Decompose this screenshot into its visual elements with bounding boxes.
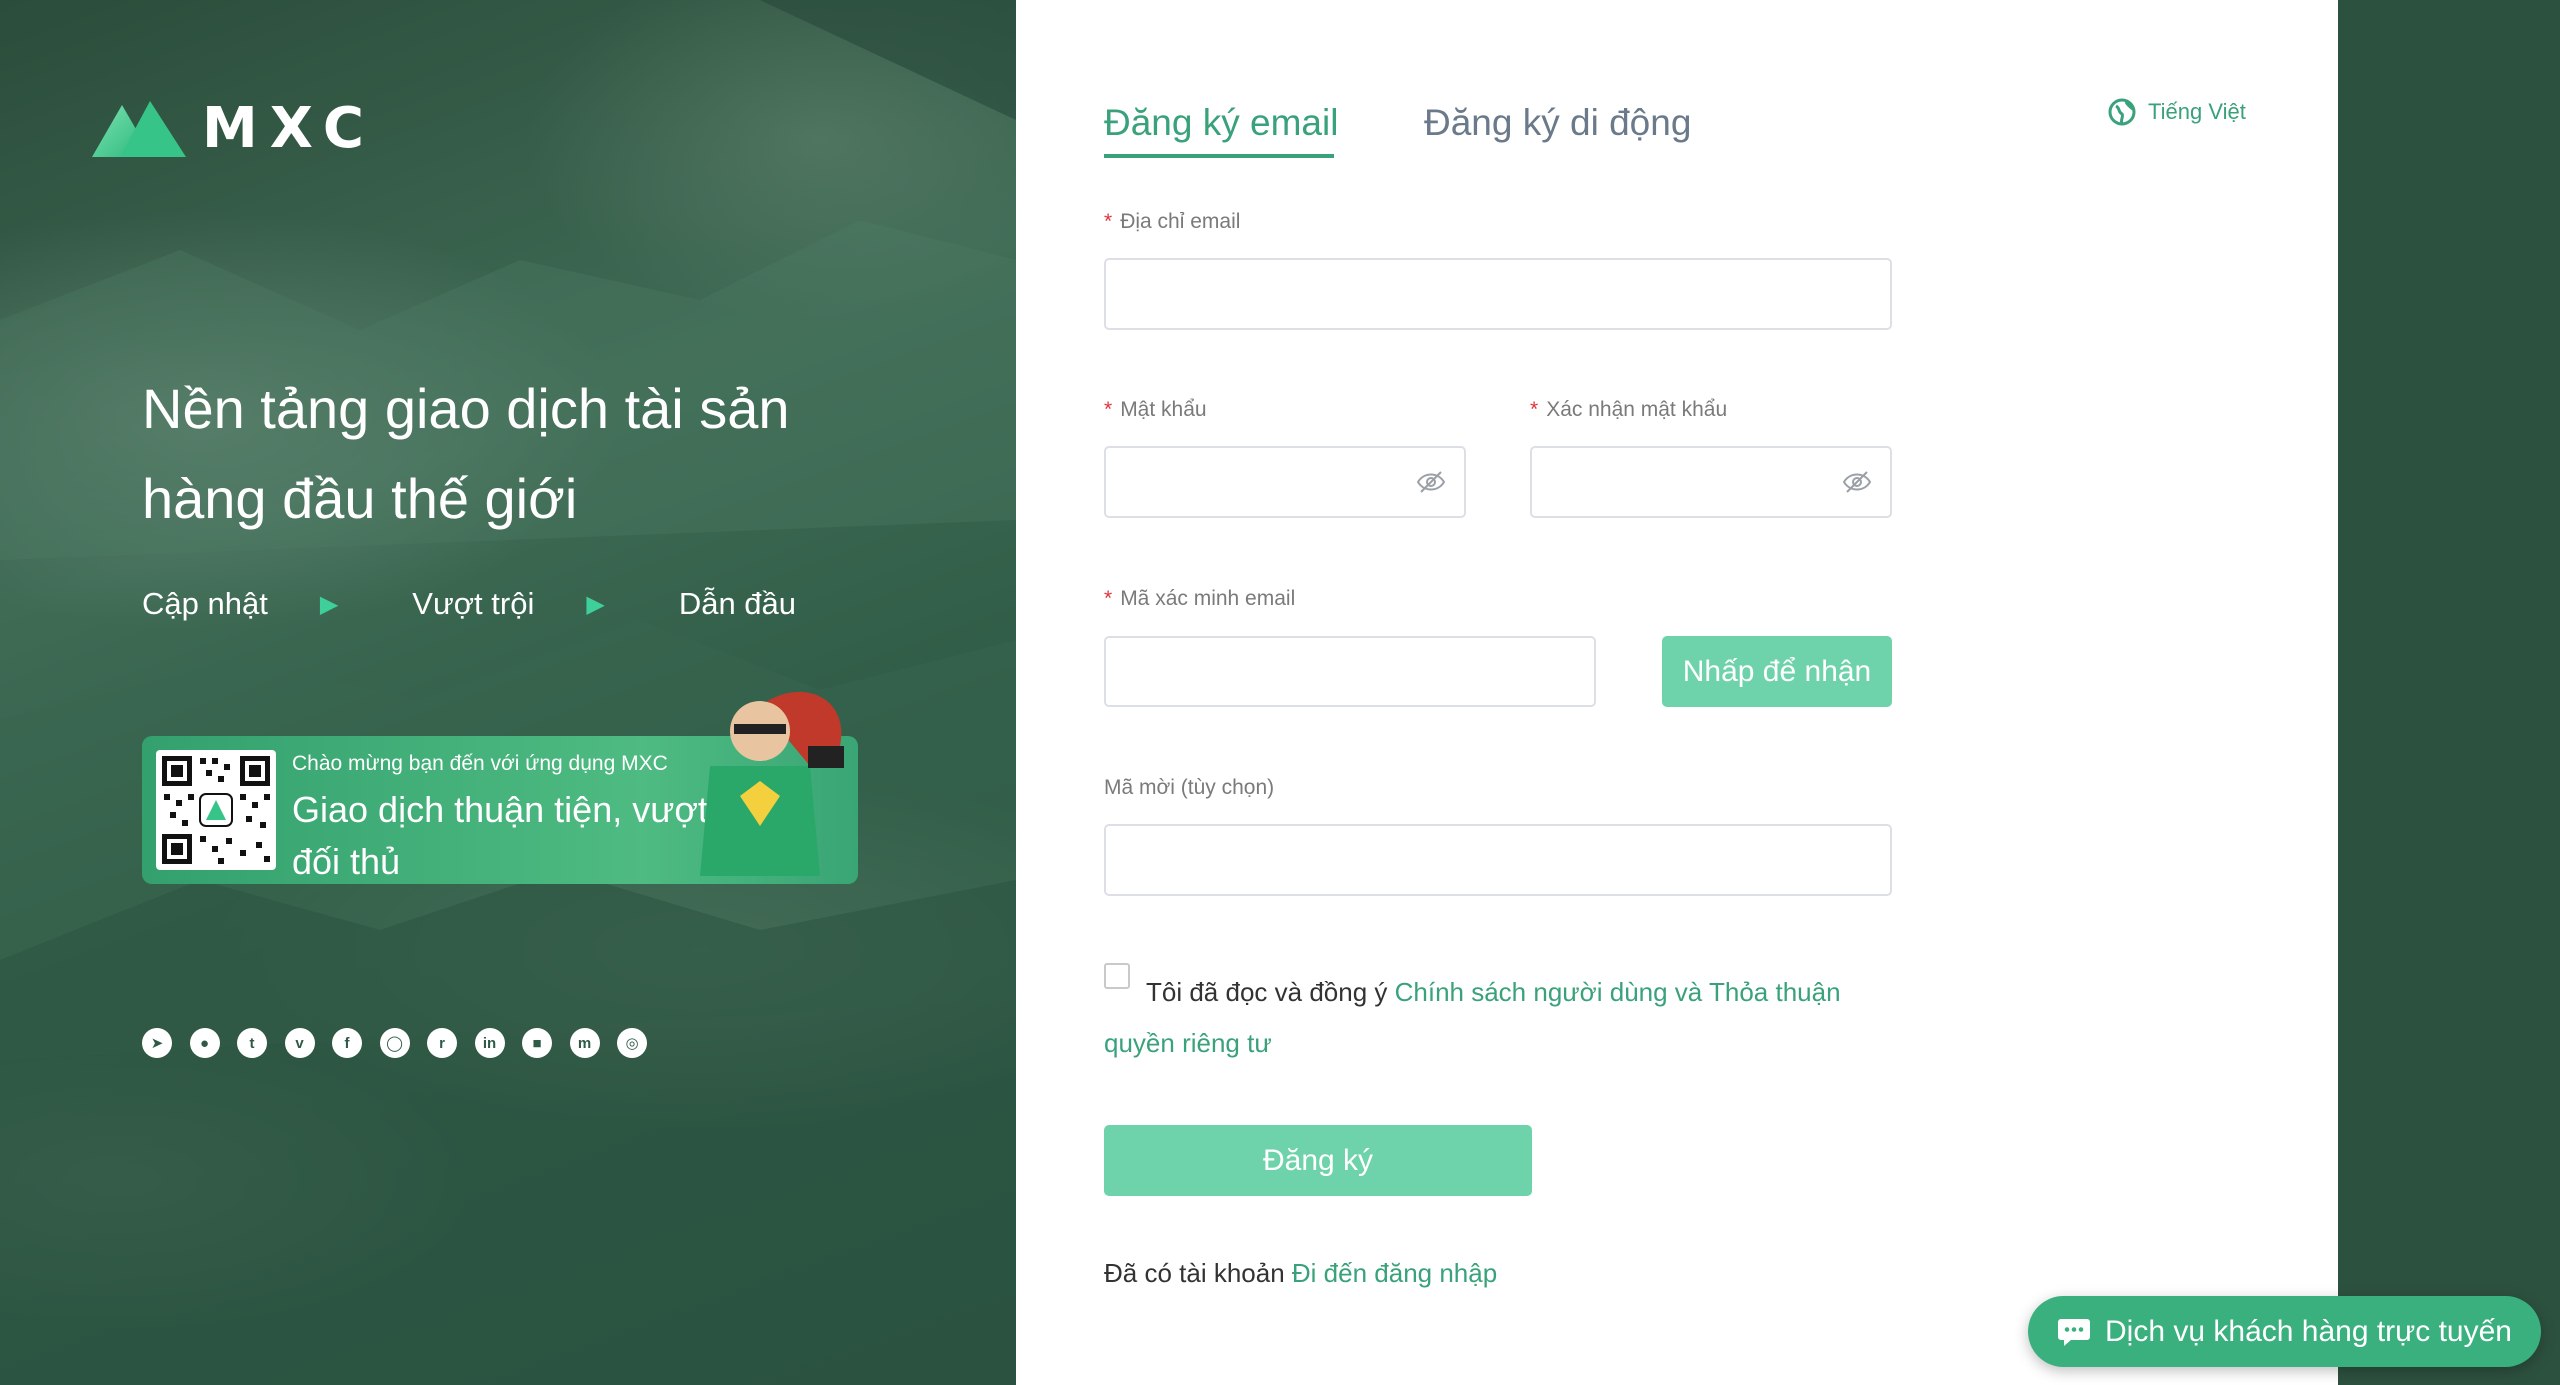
password-label-text: Mật khẩu (1120, 398, 1207, 421)
tagline-item: Vượt trội (412, 586, 535, 621)
confirm-password-label: * Xác nhận mật khẩu (1530, 398, 1727, 422)
hero-headline: Nền tảng giao dịch tài sản hàng đầu thế … (142, 377, 790, 530)
register-button[interactable]: Đăng ký (1104, 1125, 1532, 1196)
get-code-button[interactable]: Nhấp để nhận (1662, 636, 1892, 707)
required-asterisk: * (1104, 587, 1113, 610)
play-arrow-icon: ▶ (319, 590, 339, 618)
reddit-icon[interactable]: r (427, 1028, 457, 1058)
social-links: ➤ ● t v f ◯ r in ■ m ◎ (142, 1028, 665, 1058)
tagline-item: Cập nhật (142, 586, 268, 621)
superhero-mascot-icon (700, 691, 844, 876)
privacy-policy-link[interactable]: quyền riêng tư (1104, 1028, 1272, 1059)
hero-panel: MXC Nền tảng giao dịch tài sản hàng đầu … (0, 0, 1016, 1385)
required-asterisk: * (1104, 398, 1113, 421)
email-label-text: Địa chỉ email (1120, 210, 1241, 233)
discord-icon[interactable]: ◯ (379, 1028, 410, 1058)
language-selector[interactable]: Tiếng Việt (2108, 98, 2246, 126)
email-code-label: * Mã xác minh email (1104, 587, 1295, 611)
support-label: Dịch vụ khách hàng trực tuyến (2105, 1314, 2512, 1348)
weibo-icon[interactable]: ● (189, 1028, 220, 1058)
email-code-label-text: Mã xác minh email (1120, 587, 1296, 610)
have-account-text: Đã có tài khoản (1104, 1258, 1292, 1288)
tab-email-register[interactable]: Đăng ký email (1104, 102, 1339, 158)
hero-tagline: Cập nhật ▶ Vượt trội ▶ Dẫn đầu (142, 586, 796, 622)
agreement-text: Tôi đã đọc và đồng ý Chính sách người dù… (1146, 956, 2026, 1028)
required-asterisk: * (1530, 398, 1539, 421)
customer-support-button[interactable]: Dịch vụ khách hàng trực tuyến (2028, 1296, 2541, 1367)
login-link[interactable]: Đi đến đăng nhập (1292, 1258, 1497, 1288)
background-strip (2338, 0, 2560, 1385)
login-prompt: Đã có tài khoản Đi đến đăng nhập (1104, 1258, 1497, 1289)
medium-icon[interactable]: ■ (522, 1028, 552, 1058)
password-label: * Mật khẩu (1104, 398, 1207, 422)
logo[interactable]: MXC (92, 96, 376, 161)
eye-hidden-icon[interactable] (1416, 470, 1446, 494)
mountain-background (0, 0, 1016, 1385)
agree-prefix: Tôi đã đọc và đồng ý (1146, 977, 1395, 1007)
vk-icon[interactable]: v (284, 1028, 315, 1058)
facebook-icon[interactable]: f (332, 1028, 362, 1058)
email-field[interactable] (1104, 258, 1892, 330)
app-download-banner[interactable]: Chào mừng bạn đến với ứng dụng MXC Giao … (142, 691, 858, 884)
circle-icon[interactable]: ◎ (617, 1028, 647, 1058)
language-label: Tiếng Việt (2148, 99, 2246, 124)
tab-label: Đăng ký email (1104, 102, 1339, 143)
brand-name: MXC (202, 96, 377, 161)
confirm-password-label-text: Xác nhận mật khẩu (1546, 398, 1728, 421)
qr-code-icon (156, 750, 276, 870)
eye-hidden-icon[interactable] (1842, 470, 1872, 494)
linkedin-icon[interactable]: in (474, 1028, 505, 1058)
confirm-password-field[interactable] (1530, 446, 1892, 518)
email-code-field[interactable] (1104, 636, 1596, 707)
tab-label: Đăng ký di động (1424, 102, 1692, 143)
invite-code-field[interactable] (1104, 824, 1892, 896)
coinmarketcap-icon[interactable]: m (569, 1028, 600, 1058)
play-arrow-icon: ▶ (586, 590, 605, 618)
password-field[interactable] (1104, 446, 1466, 518)
register-form-card: Đăng ký email Đăng ký di động Tiếng Việt… (1016, 0, 2338, 1385)
required-asterisk: * (1104, 210, 1113, 233)
agree-checkbox[interactable] (1104, 963, 1130, 989)
globe-icon (2108, 98, 2136, 126)
tab-mobile-register[interactable]: Đăng ký di động (1424, 102, 1691, 144)
email-label: * Địa chỉ email (1104, 210, 1240, 234)
tagline-item: Dẫn đầu (678, 586, 797, 621)
twitter-icon[interactable]: t (237, 1028, 267, 1058)
telegram-icon[interactable]: ➤ (142, 1028, 172, 1058)
invite-code-label: Mã mời (tùy chọn) (1104, 776, 1275, 799)
mxc-logo-icon (92, 100, 186, 157)
chat-bubble-icon (2058, 1318, 2091, 1346)
user-policy-link[interactable]: Chính sách người dùng và Thỏa thuận (1395, 977, 1841, 1007)
banner-welcome-text: Chào mừng bạn đến với ứng dụng MXC (292, 752, 668, 775)
active-tab-underline (1104, 154, 1334, 158)
